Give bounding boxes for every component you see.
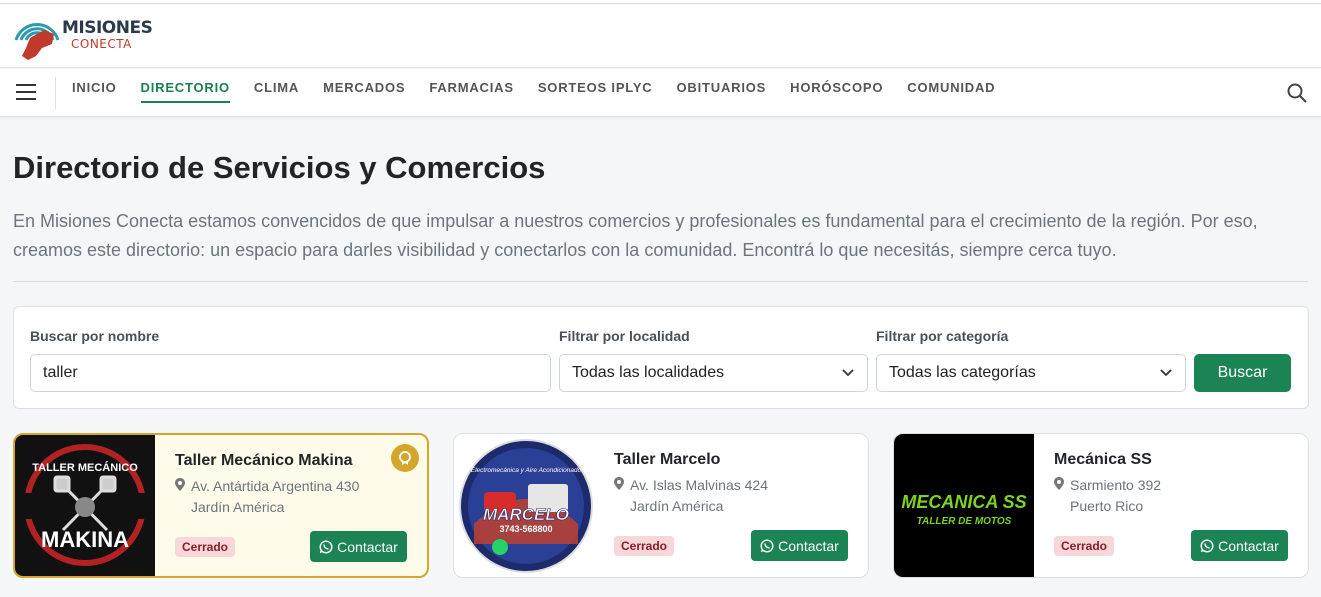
business-card[interactable]: Electromecánica y Aire Acondicionado MAR… bbox=[453, 433, 869, 578]
page-title: Directorio de Servicios y Comercios bbox=[13, 150, 546, 185]
nav-item-mercados[interactable]: MERCADOS bbox=[323, 80, 405, 103]
menu-hamburger-icon[interactable] bbox=[16, 84, 36, 100]
nav-item-horoscopo[interactable]: HORÓSCOPO bbox=[790, 80, 883, 103]
whatsapp-icon bbox=[319, 539, 333, 554]
site-header: MISIONES CONECTA bbox=[0, 4, 1321, 68]
contact-button-label: Contactar bbox=[337, 538, 398, 555]
business-city: Jardín América bbox=[630, 498, 724, 514]
logo-text-line1: MISIONES bbox=[62, 18, 153, 38]
logo-top-text: Electromecánica y Aire Acondicionado bbox=[471, 467, 582, 474]
search-icon[interactable] bbox=[1287, 83, 1307, 103]
status-badge: Cerrado bbox=[614, 536, 675, 556]
status-badge: Cerrado bbox=[175, 537, 236, 557]
locality-filter-label: Filtrar por localidad bbox=[559, 328, 690, 344]
business-city: Puerto Rico bbox=[1070, 498, 1144, 514]
nav-item-farmacias[interactable]: FARMACIAS bbox=[429, 80, 513, 103]
site-logo[interactable]: MISIONES CONECTA bbox=[12, 10, 153, 62]
nav-item-clima[interactable]: CLIMA bbox=[254, 80, 299, 103]
nav-item-comunidad[interactable]: COMUNIDAD bbox=[907, 80, 995, 103]
contact-button[interactable]: Contactar bbox=[751, 530, 848, 561]
contact-button-label: Contactar bbox=[778, 537, 839, 554]
locality-select[interactable]: Todas las localidades bbox=[559, 354, 868, 392]
location-pin-icon bbox=[175, 476, 185, 497]
chevron-down-icon bbox=[842, 369, 854, 377]
business-logo: TALLER MECÁNICO MAKINA bbox=[15, 435, 155, 576]
logo-bottom-text: MAKINA bbox=[41, 527, 129, 552]
business-logo: Electromecánica y Aire Acondicionado MAR… bbox=[454, 434, 594, 577]
business-logo: MECANICA SS TALLER DE MOTOS bbox=[894, 434, 1034, 577]
featured-medal-icon bbox=[391, 444, 419, 472]
business-card[interactable]: TALLER MECÁNICO MAKINA Taller Mecánico M… bbox=[13, 433, 429, 578]
business-street: Av. Antártida Argentina 430 bbox=[191, 478, 360, 494]
business-name[interactable]: Taller Mecánico Makina bbox=[175, 452, 353, 470]
business-city: Jardín América bbox=[191, 499, 285, 515]
page-intro: En Misiones Conecta estamos convencidos … bbox=[13, 211, 1258, 260]
business-street: Av. Islas Malvinas 424 bbox=[630, 477, 768, 493]
name-filter-label: Buscar por nombre bbox=[30, 328, 160, 344]
name-search-input[interactable]: taller bbox=[30, 354, 551, 392]
logo-text-line2: CONECTA bbox=[71, 37, 132, 51]
nav-divider bbox=[55, 77, 56, 109]
location-pin-icon bbox=[1054, 475, 1064, 496]
logo-phone-text: 3743-568800 bbox=[499, 524, 552, 534]
logo-bottom-text: MARCELO bbox=[483, 505, 569, 524]
business-address: Av. Islas Malvinas 424 Jardín América bbox=[614, 475, 768, 517]
filter-panel: Buscar por nombre taller Filtrar por loc… bbox=[13, 306, 1309, 409]
whatsapp-icon bbox=[1200, 538, 1214, 553]
business-name[interactable]: Taller Marcelo bbox=[614, 451, 720, 469]
contact-button-label: Contactar bbox=[1218, 537, 1279, 554]
whatsapp-icon bbox=[760, 538, 774, 553]
category-filter-label: Filtrar por categoría bbox=[876, 328, 1009, 344]
business-street: Sarmiento 392 bbox=[1070, 477, 1162, 493]
chevron-down-icon bbox=[1160, 369, 1172, 377]
locality-select-value: Todas las localidades bbox=[572, 364, 725, 381]
logo-bottom-text: TALLER DE MOTOS bbox=[917, 516, 1012, 527]
main-nav: INICIO DIRECTORIO CLIMA MERCADOS FARMACI… bbox=[0, 69, 1321, 117]
logo-top-text: MECANICA SS bbox=[901, 492, 1026, 512]
logo-top-text: TALLER MECÁNICO bbox=[32, 461, 138, 474]
category-select-value: Todas las categorías bbox=[889, 364, 1036, 381]
contact-button[interactable]: Contactar bbox=[1191, 530, 1288, 561]
business-address: Sarmiento 392 Puerto Rico bbox=[1054, 475, 1161, 517]
business-card[interactable]: MECANICA SS TALLER DE MOTOS Mecánica SS … bbox=[893, 433, 1309, 578]
nav-item-directorio[interactable]: DIRECTORIO bbox=[140, 80, 230, 103]
business-name[interactable]: Mecánica SS bbox=[1054, 451, 1152, 469]
status-badge: Cerrado bbox=[1054, 536, 1115, 556]
logo-signal-icon bbox=[12, 10, 62, 62]
nav-item-sorteos[interactable]: SORTEOS IPLYC bbox=[538, 80, 653, 103]
category-select[interactable]: Todas las categorías bbox=[876, 354, 1186, 392]
contact-button[interactable]: Contactar bbox=[310, 531, 407, 562]
divider bbox=[13, 281, 1308, 282]
nav-item-inicio[interactable]: INICIO bbox=[72, 80, 117, 103]
nav-item-obituarios[interactable]: OBITUARIOS bbox=[677, 80, 767, 103]
search-button[interactable]: Buscar bbox=[1194, 354, 1291, 392]
business-address: Av. Antártida Argentina 430 Jardín Améri… bbox=[175, 476, 359, 518]
location-pin-icon bbox=[614, 475, 624, 496]
